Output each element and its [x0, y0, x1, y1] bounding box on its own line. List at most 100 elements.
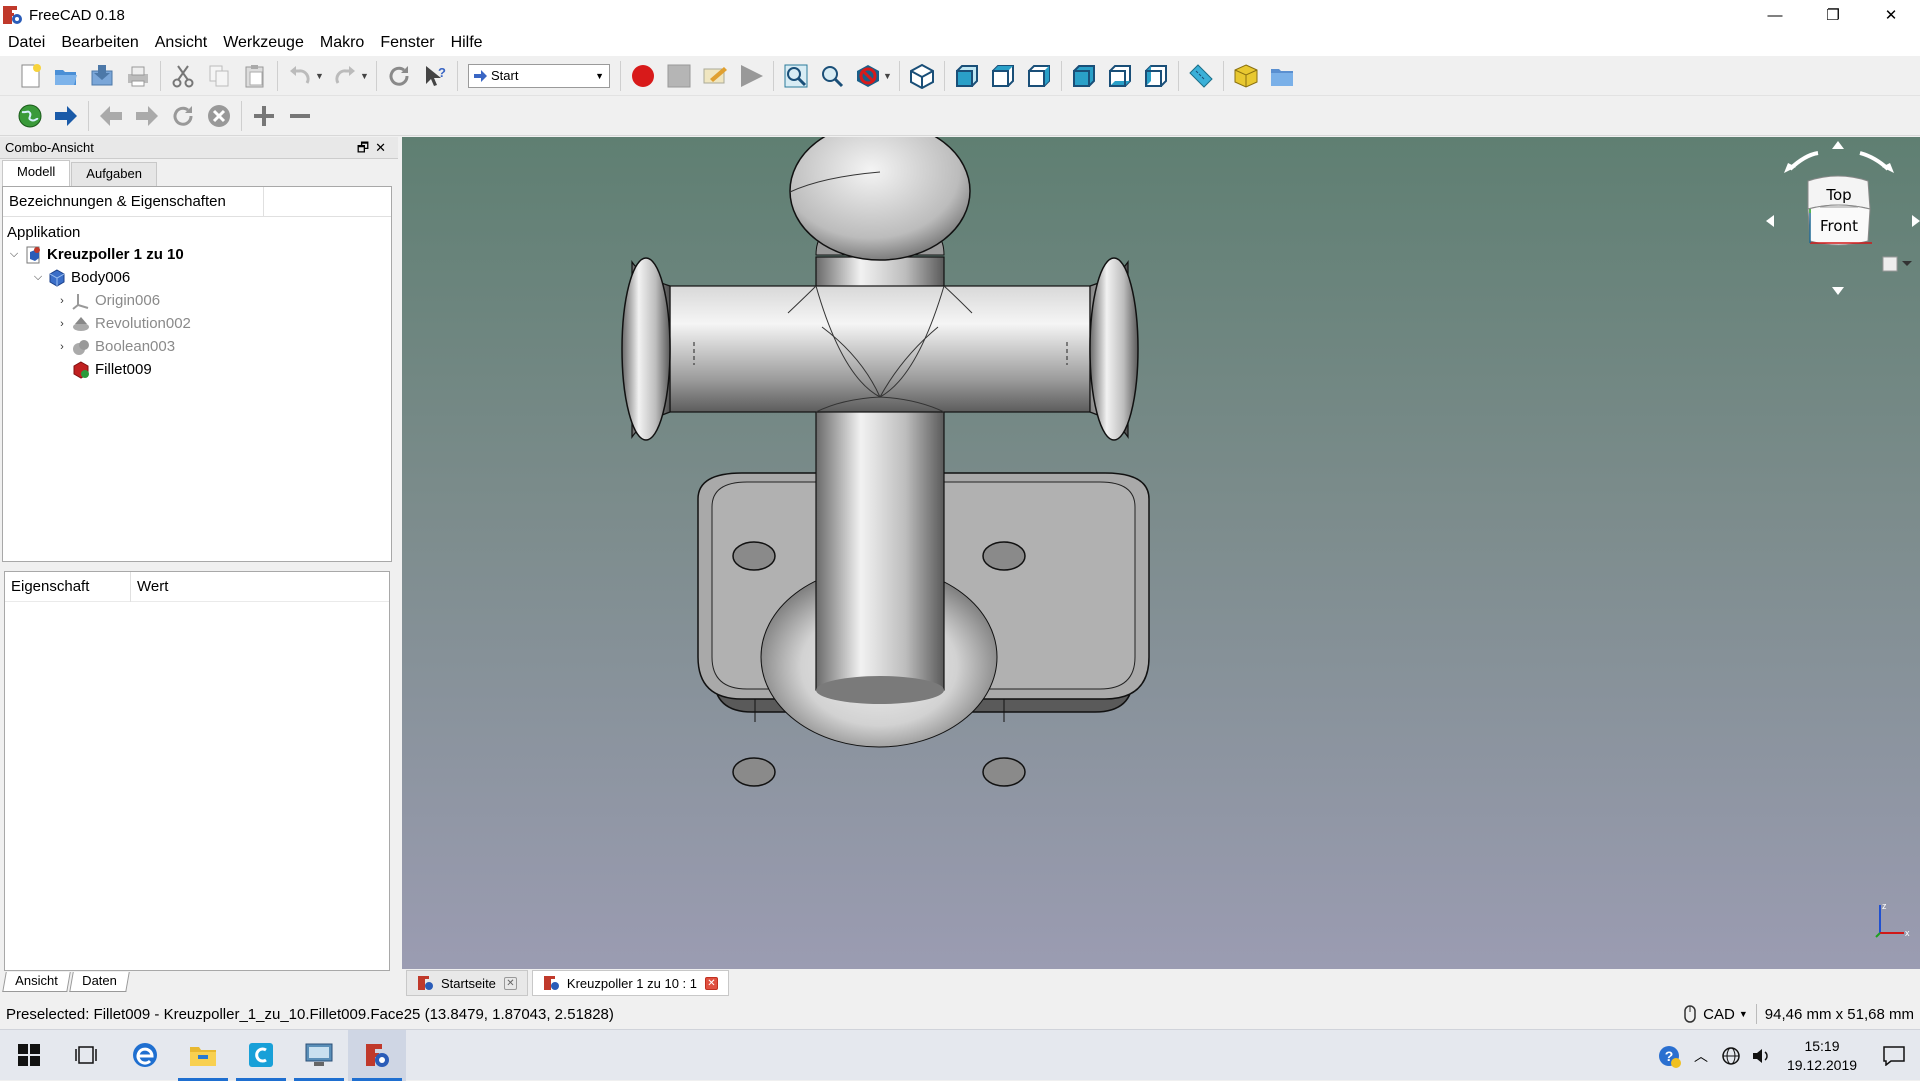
arrow-down-icon [1832, 287, 1844, 295]
save-icon[interactable] [87, 61, 117, 91]
stop-icon[interactable] [204, 101, 234, 131]
float-panel-icon[interactable]: 🗗 [357, 140, 375, 155]
back-arrow-icon[interactable] [96, 101, 126, 131]
measure-icon[interactable] [1186, 61, 1216, 91]
copy-icon[interactable] [204, 61, 234, 91]
volume-speaker-icon[interactable] [1746, 1046, 1776, 1066]
tree-item-fillet[interactable]: Fillet009 [55, 358, 152, 381]
arrow-right-icon [474, 69, 487, 82]
cortana-app-icon[interactable] [232, 1030, 290, 1081]
arrow-up-icon [1832, 141, 1844, 149]
macro-record-icon[interactable] [628, 61, 658, 91]
tab-kreuzpoller[interactable]: Kreuzpoller 1 zu 10 : 1 ✕ [531, 970, 729, 996]
windows-start-icon[interactable] [0, 1030, 58, 1081]
notifications-icon[interactable] [1868, 1045, 1920, 1066]
paste-icon[interactable] [240, 61, 270, 91]
tab-aufgaben[interactable]: Aufgaben [71, 162, 157, 186]
tab-modell[interactable]: Modell [2, 160, 71, 186]
edge-browser-icon[interactable] [116, 1030, 174, 1081]
chevron-down-icon[interactable]: ⌵ [31, 271, 45, 284]
tree-item-document[interactable]: ⌵ Kreuzpoller 1 zu 10 [7, 243, 184, 266]
chevron-right-icon[interactable]: › [55, 295, 69, 307]
draw-style-dropdown-icon[interactable]: ▼ [883, 71, 892, 81]
zoom-in-plus-icon[interactable] [249, 101, 279, 131]
reload-icon[interactable] [168, 101, 198, 131]
undo-dropdown-icon[interactable]: ▼ [315, 71, 324, 81]
3d-viewport[interactable]: Top Front z x [402, 137, 1920, 969]
group-icon[interactable] [1267, 61, 1297, 91]
view-left-icon[interactable] [1141, 61, 1171, 91]
menu-bearbeiten[interactable]: Bearbeiten [53, 30, 146, 56]
zoom-out-minus-icon[interactable] [285, 101, 315, 131]
chevron-down-icon[interactable]: ⌵ [7, 248, 21, 261]
property-column-header[interactable]: Eigenschaft [5, 571, 131, 602]
restore-button[interactable]: ❐ [1804, 0, 1862, 30]
view-bottom-icon[interactable] [1105, 61, 1135, 91]
undo-icon[interactable] [285, 61, 315, 91]
tab-ansicht[interactable]: Ansicht [2, 972, 71, 992]
macro-stop-icon[interactable] [664, 61, 694, 91]
network-globe-icon[interactable] [1716, 1046, 1746, 1066]
menu-ansicht[interactable]: Ansicht [147, 30, 215, 56]
tree-column-header[interactable]: Bezeichnungen & Eigenschaften [9, 186, 264, 217]
combo-tabs: Modell Aufgaben [0, 160, 398, 186]
menu-bar: Datei Bearbeiten Ansicht Werkzeuge Makro… [0, 30, 1920, 56]
view-right-icon[interactable] [1024, 61, 1054, 91]
chevron-down-icon[interactable]: ▼ [1739, 1009, 1748, 1019]
close-tab-icon[interactable]: ✕ [705, 976, 718, 990]
draw-style-icon[interactable] [853, 61, 883, 91]
redo-icon[interactable] [330, 61, 360, 91]
menu-werkzeuge[interactable]: Werkzeuge [215, 30, 312, 56]
minimize-button[interactable]: — [1746, 0, 1804, 30]
globe-icon[interactable] [15, 101, 45, 131]
tab-daten[interactable]: Daten [68, 972, 130, 992]
tree-item-boolean[interactable]: › Boolean003 [55, 335, 175, 358]
tree-item-body[interactable]: ⌵ Body006 [31, 266, 130, 289]
macro-run-icon[interactable] [736, 61, 766, 91]
whats-this-icon[interactable]: ? [420, 61, 450, 91]
clock-date: 19.12.2019 [1786, 1056, 1858, 1073]
open-file-icon[interactable] [51, 61, 81, 91]
task-view-icon[interactable] [58, 1030, 116, 1081]
tree-item-origin[interactable]: › Origin006 [55, 289, 160, 312]
freecad-taskbar-icon[interactable] [348, 1029, 406, 1081]
redo-dropdown-icon[interactable]: ▼ [360, 71, 369, 81]
navigation-style[interactable]: CAD [1703, 1006, 1735, 1023]
part-icon[interactable] [1231, 61, 1261, 91]
fit-selection-icon[interactable] [817, 61, 847, 91]
menu-hilfe[interactable]: Hilfe [443, 30, 491, 56]
tree-item-revolution[interactable]: › Revolution002 [55, 312, 191, 335]
value-column-header[interactable]: Wert [131, 572, 168, 602]
workbench-selector[interactable]: Start ▼ [468, 63, 610, 88]
forward-arrow-icon[interactable] [132, 101, 162, 131]
chevron-right-icon[interactable]: › [55, 341, 69, 353]
revolution-icon [72, 315, 90, 333]
view-rear-icon[interactable] [1069, 61, 1099, 91]
print-icon[interactable] [123, 61, 153, 91]
remote-desktop-icon[interactable] [290, 1030, 348, 1081]
view-isometric-icon[interactable] [907, 61, 937, 91]
tab-startseite[interactable]: Startseite ✕ [406, 970, 528, 996]
view-front-icon[interactable] [952, 61, 982, 91]
fit-all-icon[interactable] [781, 61, 811, 91]
go-forward-arrow-icon[interactable] [51, 101, 81, 131]
close-tab-icon[interactable]: ✕ [503, 976, 517, 990]
close-button[interactable]: ✕ [1862, 0, 1920, 30]
cut-icon[interactable] [168, 61, 198, 91]
refresh-icon[interactable] [384, 61, 414, 91]
menu-makro[interactable]: Makro [312, 30, 372, 56]
help-tray-icon[interactable]: ? [1652, 1044, 1686, 1068]
system-clock[interactable]: 15:19 19.12.2019 [1776, 1037, 1868, 1075]
close-panel-icon[interactable]: ✕ [375, 140, 392, 155]
chevron-right-icon[interactable]: › [55, 318, 69, 330]
menu-fenster[interactable]: Fenster [372, 30, 442, 56]
macro-edit-icon[interactable] [700, 61, 730, 91]
file-explorer-icon[interactable] [174, 1030, 232, 1081]
body-label: Body006 [71, 269, 131, 286]
view-top-icon[interactable] [988, 61, 1018, 91]
new-file-icon[interactable] [15, 61, 45, 91]
menu-datei[interactable]: Datei [0, 30, 53, 56]
show-hidden-icons-chevron-up-icon[interactable]: ︿ [1686, 1046, 1716, 1066]
bollard-model[interactable] [402, 137, 1920, 969]
navigation-cube[interactable]: Top Front [1760, 137, 1920, 297]
